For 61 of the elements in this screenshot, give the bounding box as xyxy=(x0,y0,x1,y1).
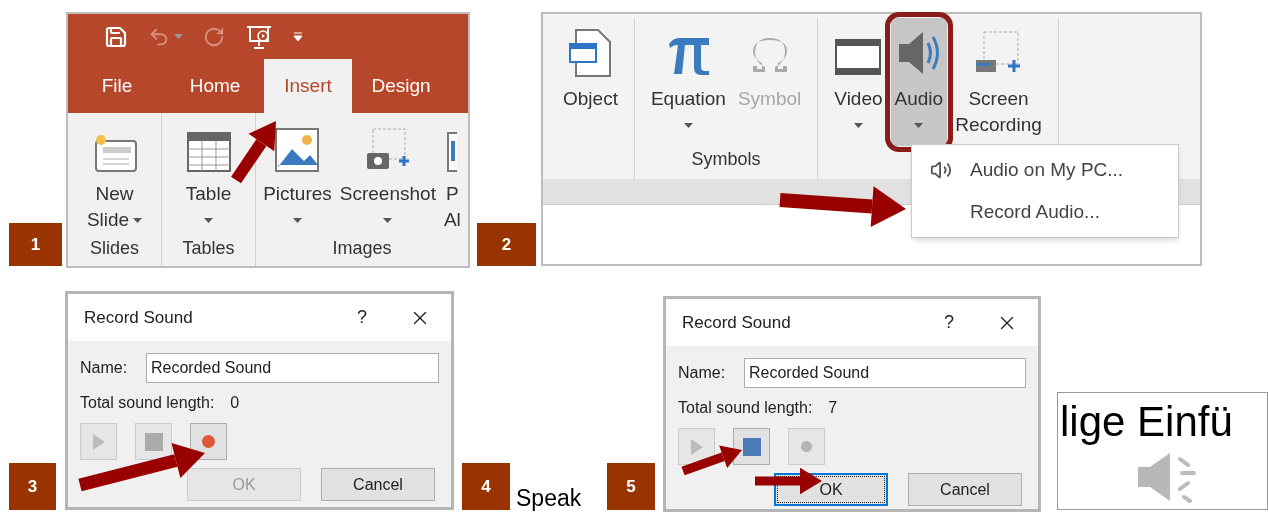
transport-button[interactable] xyxy=(733,428,770,465)
dialog-button[interactable]: Cancel xyxy=(321,468,435,501)
save-icon[interactable] xyxy=(104,24,128,49)
ribbon-button[interactable]: Table xyxy=(181,113,236,235)
customize-icon[interactable] xyxy=(293,31,303,42)
length-label: Total sound length: xyxy=(678,398,813,418)
ribbon-button[interactable]: Audio xyxy=(890,18,948,146)
record-icon xyxy=(202,435,215,448)
dialog-button[interactable]: Cancel xyxy=(908,473,1022,506)
step-number: 2 xyxy=(477,223,536,266)
group-label: Images xyxy=(332,237,392,260)
table-icon xyxy=(185,131,232,173)
ribbon-tab[interactable]: Insert xyxy=(264,59,352,113)
caret-icon xyxy=(174,34,183,39)
presentation-icon[interactable] xyxy=(245,23,273,50)
caption: Speak xyxy=(516,484,582,512)
ribbon-button[interactable]: Equation xyxy=(646,18,730,146)
ribbon-button[interactable]: Object xyxy=(559,18,622,146)
length-value: 7 xyxy=(828,398,838,418)
help-button[interactable]: ? xyxy=(934,309,964,336)
film-icon xyxy=(834,36,883,78)
document-icon xyxy=(568,28,613,78)
length-value: 0 xyxy=(230,393,240,413)
ribbon-button[interactable]: Pictures xyxy=(259,113,336,235)
dialog-title: Record Sound xyxy=(682,311,792,334)
group-label: Symbols xyxy=(691,148,761,171)
play-icon xyxy=(92,433,105,450)
dialog-title: Record Sound xyxy=(84,306,194,329)
record-icon xyxy=(801,441,812,452)
group-label: Tables xyxy=(182,237,235,260)
arrow xyxy=(681,445,742,476)
name-field[interactable]: Recorded Sound xyxy=(146,353,439,383)
transport-button[interactable] xyxy=(190,423,227,460)
ribbon-button[interactable]: Screen Recording xyxy=(951,18,1046,146)
picture-icon xyxy=(274,127,321,173)
menu-item[interactable]: Record Audio... xyxy=(912,191,1178,233)
slide-text: lige Einfü xyxy=(1059,397,1233,447)
speaker-icon xyxy=(930,159,952,181)
step-number: 3 xyxy=(9,463,56,510)
field-label: Name: xyxy=(678,363,727,383)
ribbon-tab[interactable]: Design xyxy=(352,59,450,113)
field-label: Name: xyxy=(80,358,129,378)
name-field[interactable]: Recorded Sound xyxy=(744,358,1026,388)
arrow xyxy=(755,467,822,495)
ribbon-tab[interactable]: Home xyxy=(166,59,264,113)
step-number: 4 xyxy=(462,463,510,510)
ribbon-button[interactable]: Video xyxy=(830,18,887,146)
length-label: Total sound length: xyxy=(80,393,215,413)
group-label: Slides xyxy=(90,237,139,260)
help-button[interactable]: ? xyxy=(347,304,377,331)
menu-item[interactable]: Audio on My PC... xyxy=(912,149,1178,191)
stop-icon xyxy=(742,437,761,456)
play-icon xyxy=(690,438,703,455)
stop-icon xyxy=(144,432,163,451)
ribbon-tab[interactable]: File xyxy=(68,59,166,113)
ribbon-button[interactable]: Screenshot xyxy=(335,113,440,235)
step-number: 5 xyxy=(607,463,655,510)
arrow xyxy=(231,121,276,184)
step-number: 1 xyxy=(9,223,62,266)
ribbon-button[interactable]: New Slide xyxy=(82,113,147,235)
ribbon-button[interactable]: P Al xyxy=(439,113,465,235)
